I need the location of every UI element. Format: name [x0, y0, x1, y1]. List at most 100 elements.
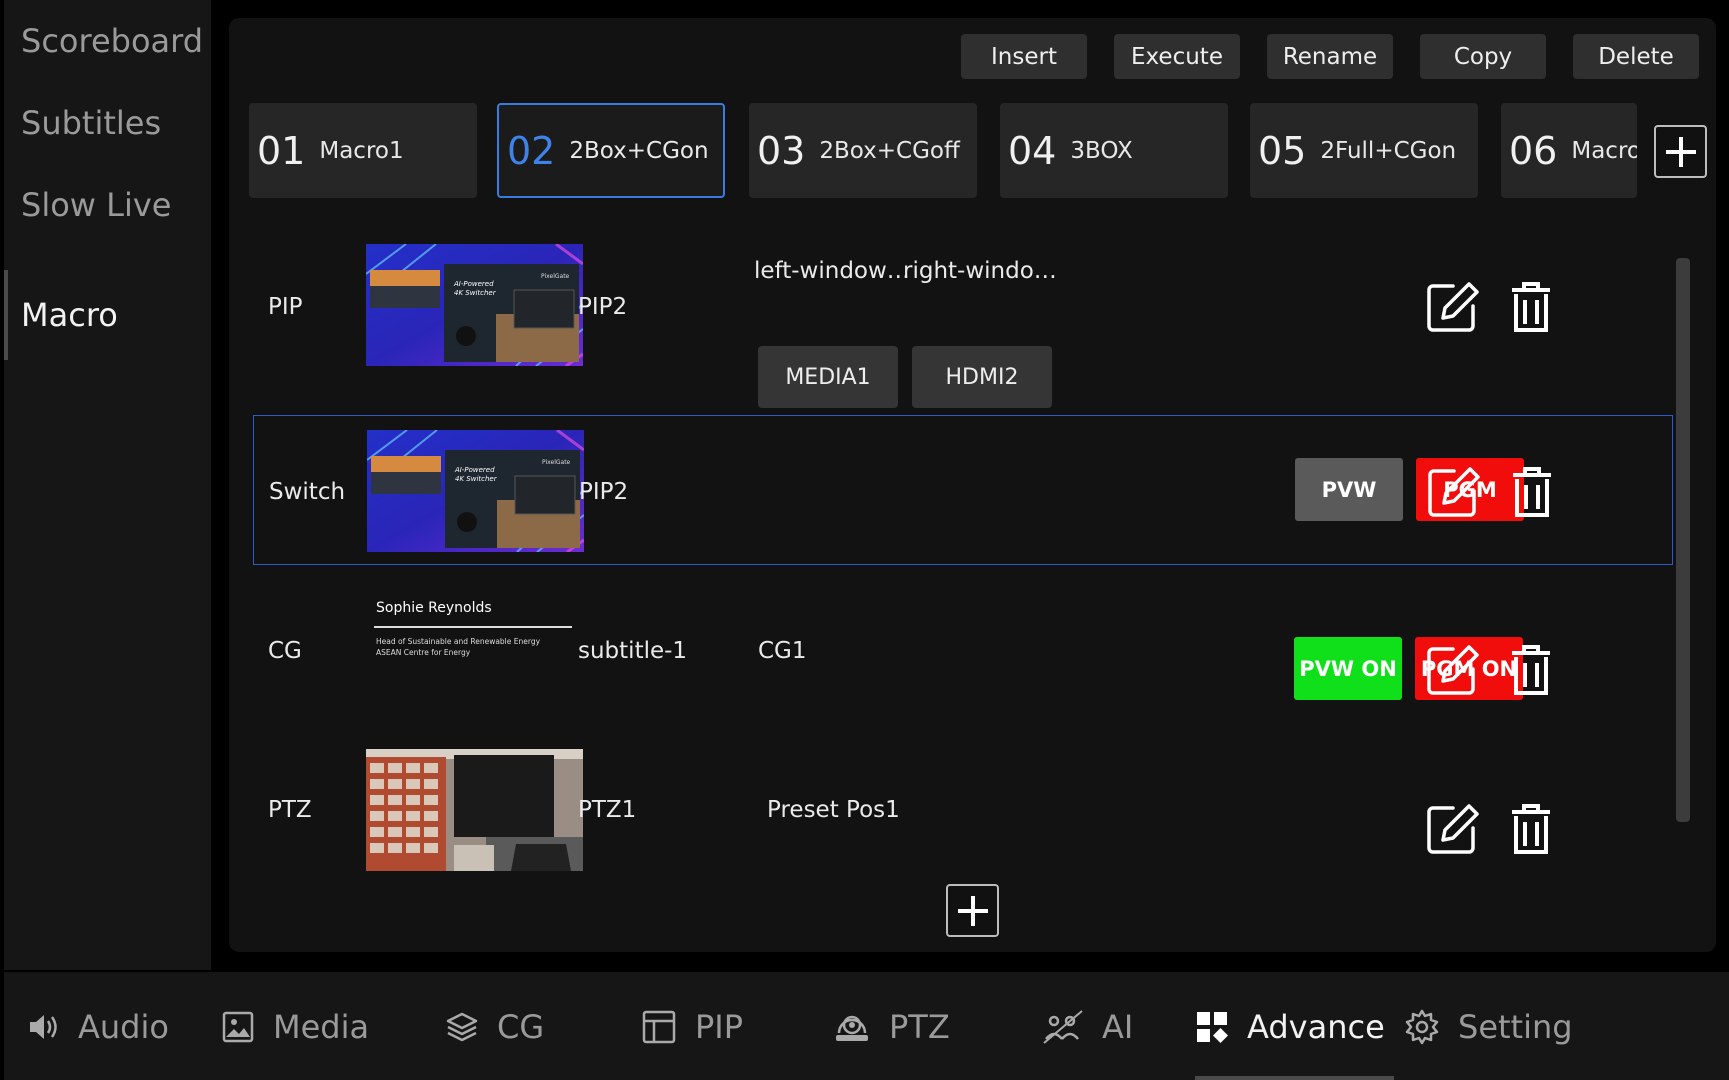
macro-tab-02[interactable]: 02 2Box+CGon: [497, 103, 725, 198]
cg-preview-name: Sophie Reynolds: [376, 600, 492, 616]
macro-step-cg[interactable]: CG Sophie Reynolds Head of Sustainable a…: [253, 575, 1673, 725]
nav-advance[interactable]: Advance: [1195, 1002, 1385, 1052]
rows-scrollbar[interactable]: [1676, 258, 1690, 822]
trash-icon[interactable]: [1504, 643, 1558, 697]
step-type-label: Switch: [269, 479, 346, 505]
macro-tab-number: 04: [1008, 128, 1057, 173]
rename-button[interactable]: Rename: [1267, 34, 1393, 79]
layout-icon: [642, 1010, 676, 1044]
macro-tab-05[interactable]: 05 2Full+CGon: [1250, 103, 1478, 198]
sidebar-item-macro[interactable]: Macro: [21, 296, 118, 334]
bottom-nav: Audio Media CG PIP PTZ AI Advance Settin…: [4, 972, 1729, 1080]
edit-icon[interactable]: [1425, 802, 1479, 856]
nav-label: Advance: [1247, 1008, 1385, 1046]
cg-target-label: CG1: [758, 638, 807, 664]
ptz-preset-label: Preset Pos1: [767, 797, 900, 823]
step-type-label: PIP: [268, 294, 303, 320]
insert-button[interactable]: Insert: [961, 34, 1087, 79]
macro-tab-name: Macro1: [319, 137, 404, 164]
nav-pip[interactable]: PIP: [641, 1002, 743, 1052]
sidebar-item-subtitles[interactable]: Subtitles: [21, 104, 161, 142]
macro-tab-number: 01: [257, 128, 306, 173]
step-source-label: PTZ1: [578, 797, 637, 823]
step-type-label: PTZ: [268, 797, 312, 823]
nav-label: PTZ: [889, 1008, 950, 1046]
nav-setting[interactable]: Setting: [1404, 1002, 1573, 1052]
camera-icon: [836, 1015, 868, 1041]
nav-ptz[interactable]: PTZ: [833, 1002, 950, 1052]
nav-label: Setting: [1458, 1008, 1573, 1046]
nav-label: CG: [497, 1008, 545, 1046]
macro-tab-03[interactable]: 03 2Box+CGoff: [749, 103, 977, 198]
ai-icon: [1043, 1010, 1083, 1044]
add-macro-button[interactable]: [1654, 125, 1707, 178]
sidebar-item-slow-live[interactable]: Slow Live: [21, 186, 171, 224]
sidebar-active-indicator: [4, 270, 8, 360]
macro-tab-name: 2Full+CGon: [1320, 137, 1457, 164]
delete-button[interactable]: Delete: [1573, 34, 1699, 79]
nav-active-indicator: [1195, 1076, 1394, 1080]
nav-label: Media: [273, 1008, 370, 1046]
ptz-thumbnail: [366, 749, 583, 871]
edit-icon[interactable]: [1425, 643, 1479, 697]
right-window-label: right-windo…: [903, 258, 1057, 284]
layers-icon: [446, 1012, 478, 1042]
macro-tab-number: 03: [757, 128, 806, 173]
nav-cg[interactable]: CG: [445, 1002, 544, 1052]
sidebar-item-scoreboard[interactable]: Scoreboard: [21, 22, 203, 60]
plus-icon: [1665, 136, 1696, 167]
speaker-icon: [30, 1015, 57, 1039]
sidebar: Scoreboard Subtitles Slow Live Macro: [4, 0, 211, 970]
execute-button[interactable]: Execute: [1114, 34, 1240, 79]
trash-icon[interactable]: [1504, 802, 1558, 856]
cg-thumbnail: Sophie Reynolds Head of Sustainable and …: [366, 589, 583, 711]
thumb-title-1: AI-Powered: [454, 466, 495, 474]
step-source-label: PIP2: [579, 479, 629, 505]
add-step-button[interactable]: [946, 884, 999, 937]
thumb-title-2: 4K Switcher: [454, 289, 497, 297]
right-source-button[interactable]: HDMI2: [912, 346, 1052, 408]
macro-tab-number: 02: [507, 128, 556, 173]
step-source-label: PIP2: [578, 294, 628, 320]
macro-panel: Insert Execute Rename Copy Delete 01 Mac…: [229, 18, 1716, 952]
macro-tab-name: 2Box+CGoff: [819, 137, 960, 164]
macro-tab-number: 06: [1509, 128, 1558, 173]
thumb-brand: PixelGate: [542, 459, 571, 466]
step-source-label: subtitle-1: [578, 638, 688, 664]
pvw-button[interactable]: PVW: [1295, 458, 1403, 521]
trash-icon[interactable]: [1504, 280, 1558, 334]
nav-label: Audio: [78, 1008, 169, 1046]
macro-tab-number: 05: [1258, 128, 1307, 173]
image-icon: [222, 1011, 254, 1043]
edit-icon[interactable]: [1425, 280, 1479, 334]
nav-label: AI: [1102, 1008, 1134, 1046]
macro-step-pip[interactable]: PIP AI-Powered 4K Switcher PixelGate PIP…: [253, 230, 1673, 408]
macro-tab-01[interactable]: 01 Macro1: [249, 103, 477, 198]
cg-preview-line2: ASEAN Centre for Energy: [376, 648, 471, 657]
nav-label: PIP: [695, 1008, 744, 1046]
macro-tab-name: 3BOX: [1070, 137, 1133, 164]
macro-tab-name: 2Box+CGon: [569, 137, 709, 164]
thumb-brand: PixelGate: [541, 273, 570, 280]
nav-ai[interactable]: AI: [1042, 1002, 1133, 1052]
cg-preview-divider: [374, 626, 572, 628]
nav-audio[interactable]: Audio: [26, 1002, 169, 1052]
pip-thumbnail: AI-Powered 4K Switcher PixelGate: [366, 244, 583, 366]
thumb-title-1: AI-Powered: [453, 280, 494, 288]
pvw-on-button[interactable]: PVW ON: [1294, 637, 1402, 700]
step-type-label: CG: [268, 638, 302, 664]
macro-step-ptz[interactable]: PTZ PTZ1 Preset Pos1: [253, 732, 1673, 882]
trash-icon[interactable]: [1505, 465, 1559, 519]
macro-tab-04[interactable]: 04 3BOX: [1000, 103, 1228, 198]
macro-tab-06[interactable]: 06 Macro: [1501, 103, 1637, 198]
macro-tab-name: Macro: [1571, 137, 1637, 164]
grid-icon: [1197, 1012, 1228, 1043]
plus-icon: [957, 895, 988, 926]
macro-step-switch[interactable]: Switch AI-Powered 4K Switcher PixelGate …: [253, 415, 1673, 565]
switch-thumbnail: AI-Powered 4K Switcher PixelGate: [367, 430, 584, 552]
copy-button[interactable]: Copy: [1420, 34, 1546, 79]
gear-icon: [1405, 1009, 1439, 1045]
edit-icon[interactable]: [1426, 465, 1480, 519]
left-source-button[interactable]: MEDIA1: [758, 346, 898, 408]
nav-media[interactable]: Media: [221, 1002, 369, 1052]
